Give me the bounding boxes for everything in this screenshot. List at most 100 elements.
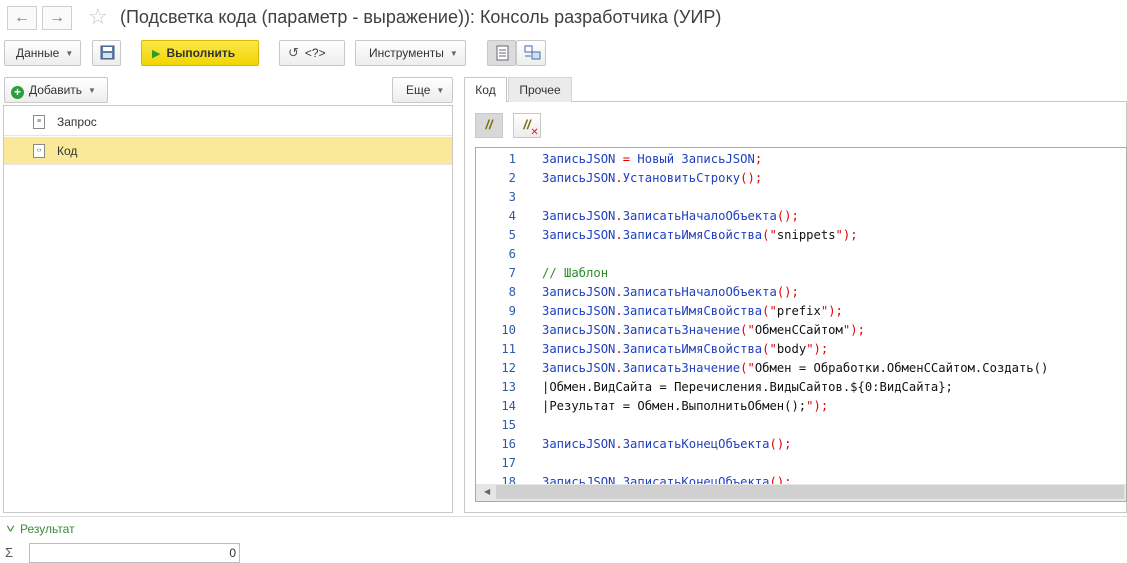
more-label: Еще	[406, 83, 431, 97]
list-item-code[interactable]: ‹› Код	[4, 137, 452, 165]
line-number: 2	[508, 171, 516, 185]
sum-icon: Σ	[5, 545, 14, 560]
code-line[interactable]: 1 ЗаписьJSON = Новый ЗаписьJSON;	[476, 150, 1126, 169]
scroll-left-icon[interactable]: ◀	[484, 487, 490, 496]
layout-toggle-button-1[interactable]	[487, 40, 516, 66]
code-line[interactable]: 12 ЗаписьJSON.ЗаписатьЗначение("Обмен = О…	[476, 359, 1126, 378]
uncomment-button[interactable]: //✕	[513, 113, 541, 138]
code-line[interactable]: 10 ЗаписьJSON.ЗаписатьЗначение("ОбменССай…	[476, 321, 1126, 340]
layout-toggle-button-2[interactable]	[516, 40, 546, 66]
save-button[interactable]	[92, 40, 121, 66]
code-text: ЗаписьJSON.ЗаписатьИмяСвойства("snippets…	[542, 228, 858, 242]
sum-field[interactable]: 0	[29, 543, 240, 563]
code-line[interactable]: 6	[476, 245, 1126, 264]
code-text: // Шаблон	[542, 266, 609, 280]
floppy-disk-icon	[100, 45, 115, 60]
dropdown-caret-icon: ▼	[449, 49, 458, 58]
tab-label: Прочее	[519, 83, 561, 97]
comment-toggle-button[interactable]: //	[475, 113, 503, 138]
list-item-label: Запрос	[57, 115, 97, 129]
list-item-label: Код	[57, 144, 78, 158]
code-line[interactable]: 14 |Результат = Обмен.ВыполнитьОбмен();")…	[476, 397, 1126, 416]
favorite-star-icon[interactable]: ☆	[88, 3, 108, 31]
line-number: 5	[508, 228, 516, 242]
dropdown-caret-icon: ▼	[65, 49, 74, 58]
section-divider	[0, 516, 1127, 517]
tools-menu-label: Инструменты	[369, 46, 444, 60]
result-label: Результат	[20, 522, 75, 536]
code-text: ЗаписьJSON.ЗаписатьЗначение("ОбменССайто…	[542, 323, 865, 337]
query-document-icon: ≡	[33, 115, 45, 129]
result-section-toggle[interactable]: ˅ Результат	[5, 522, 75, 536]
line-number: 6	[508, 247, 516, 261]
line-number: 12	[501, 361, 516, 375]
line-number: 14	[501, 399, 516, 413]
play-icon: ▶	[152, 48, 161, 60]
line-number: 1	[508, 152, 516, 166]
back-button[interactable]: ←	[7, 6, 37, 30]
tab-other[interactable]: Прочее	[508, 77, 572, 102]
forward-button[interactable]: →	[42, 6, 72, 30]
code-text: ЗаписьJSON.ЗаписатьНачалоОбъекта();	[542, 285, 799, 299]
query-history-label: <?>	[304, 46, 326, 60]
arrow-right-icon: →	[49, 9, 65, 26]
tab-code[interactable]: Код	[464, 77, 507, 102]
code-line[interactable]: 4 ЗаписьJSON.ЗаписатьНачалоОбъекта();	[476, 207, 1126, 226]
line-number: 15	[501, 418, 516, 432]
run-label: Выполнить	[166, 46, 236, 60]
list-item-query[interactable]: ≡ Запрос	[4, 108, 452, 136]
window-title: (Подсветка кода (параметр - выражение)):…	[120, 7, 722, 27]
run-button[interactable]: ▶ Выполнить	[141, 40, 259, 66]
horizontal-scrollbar[interactable]: ◀	[476, 484, 1126, 501]
code-line[interactable]: 16 ЗаписьJSON.ЗаписатьКонецОбъекта();	[476, 435, 1126, 454]
more-button[interactable]: Еще ▼	[392, 77, 453, 103]
line-number: 7	[508, 266, 516, 280]
tab-label: Код	[475, 83, 496, 97]
code-text: ЗаписьJSON.ЗаписатьКонецОбъекта();	[542, 437, 792, 451]
code-line[interactable]: 8 ЗаписьJSON.ЗаписатьНачалоОбъекта();	[476, 283, 1126, 302]
code-line[interactable]: 17	[476, 454, 1126, 473]
code-text: ЗаписьJSON.ЗаписатьНачалоОбъекта();	[542, 209, 799, 223]
code-text: ЗаписьJSON = Новый ЗаписьJSON;	[542, 152, 763, 166]
line-number: 17	[501, 456, 516, 470]
history-icon: ↺	[288, 45, 299, 60]
code-editor[interactable]: 1 ЗаписьJSON = Новый ЗаписьJSON; 2 ЗаписьJS…	[475, 147, 1127, 502]
data-menu-button[interactable]: Данные ▼	[4, 40, 81, 66]
code-line[interactable]: 5 ЗаписьJSON.ЗаписатьИмяСвойства("snippet…	[476, 226, 1126, 245]
add-button[interactable]: + Добавить ▼	[4, 77, 108, 103]
dropdown-caret-icon: ▼	[436, 86, 445, 95]
chevron-down-icon: ˅	[5, 522, 16, 536]
snippet-list: ≡ Запрос ‹› Код	[3, 105, 453, 513]
line-number: 10	[501, 323, 516, 337]
code-text: ЗаписьJSON.ЗаписатьИмяСвойства("body");	[542, 342, 829, 356]
query-history-button[interactable]: ↺ <?>	[279, 40, 345, 66]
data-menu-label: Данные	[16, 46, 60, 60]
line-number: 9	[508, 304, 516, 318]
code-line[interactable]: 7 // Шаблон	[476, 264, 1126, 283]
line-number: 8	[508, 285, 516, 299]
code-line[interactable]: 3	[476, 188, 1126, 207]
panel-layout-icon	[496, 45, 509, 61]
code-line[interactable]: 11 ЗаписьJSON.ЗаписатьИмяСвойства("body")…	[476, 340, 1126, 359]
split-layout-icon	[524, 45, 541, 60]
line-number: 13	[501, 380, 516, 394]
add-icon: +	[11, 86, 24, 99]
code-text: ЗаписьJSON.ЗаписатьЗначение("Обмен = Обр…	[542, 361, 1049, 375]
add-label: Добавить	[29, 83, 83, 97]
tools-menu-button[interactable]: Инструменты ▼	[355, 40, 466, 66]
code-text: ЗаписьJSON.УстановитьСтроку();	[542, 171, 763, 185]
line-number: 3	[508, 190, 516, 204]
comment-slashes-icon: //	[485, 117, 493, 132]
code-text: ЗаписьJSON.ЗаписатьИмяСвойства("prefix")…	[542, 304, 843, 318]
line-number: 16	[501, 437, 516, 451]
scrollbar-thumb[interactable]	[496, 485, 1124, 499]
code-line[interactable]: 13 |Обмен.ВидСайта = Перечисления.ВидыСай…	[476, 378, 1126, 397]
code-line[interactable]: 2 ЗаписьJSON.УстановитьСтроку();	[476, 169, 1126, 188]
uncomment-icon: //✕	[523, 117, 539, 138]
dropdown-caret-icon: ▼	[88, 86, 96, 95]
arrow-left-icon: ←	[14, 9, 30, 26]
code-text: |Результат = Обмен.ВыполнитьОбмен();");	[542, 399, 829, 413]
code-text: |Обмен.ВидСайта = Перечисления.ВидыСайто…	[542, 380, 953, 394]
code-line[interactable]: 9 ЗаписьJSON.ЗаписатьИмяСвойства("prefix"…	[476, 302, 1126, 321]
code-line[interactable]: 15	[476, 416, 1126, 435]
